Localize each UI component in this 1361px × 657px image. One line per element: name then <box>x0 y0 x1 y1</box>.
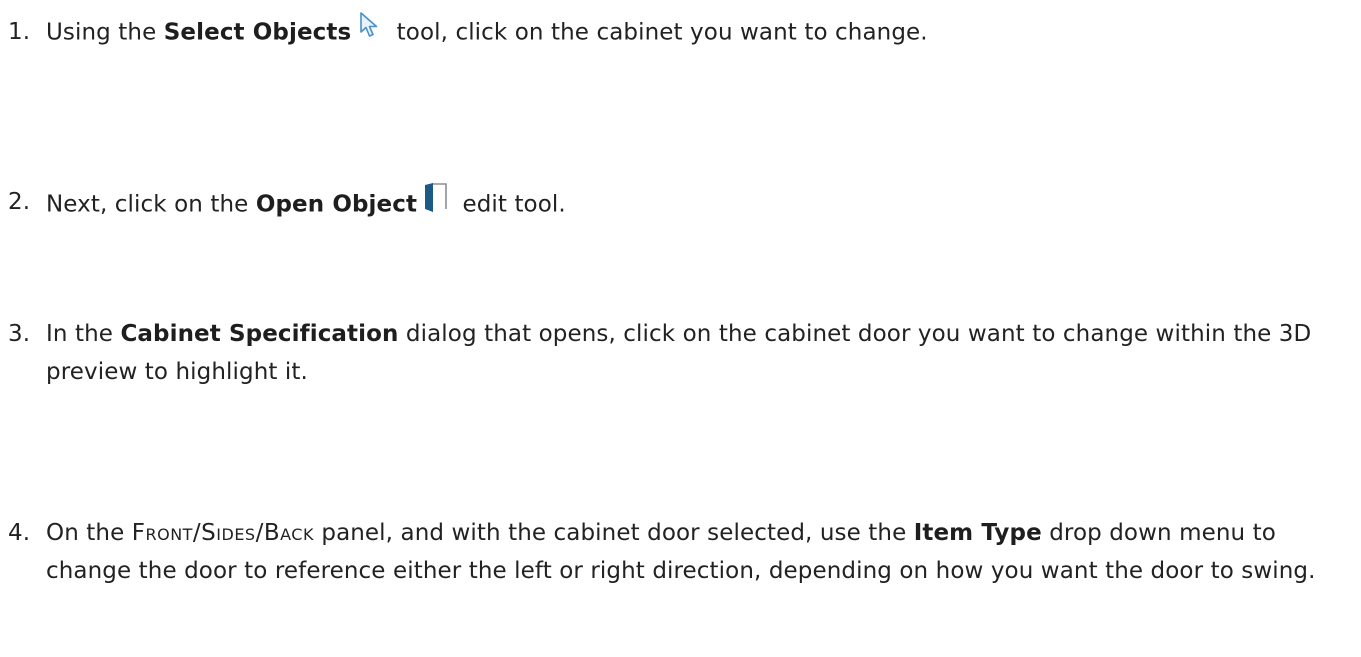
step-text-post: tool, click on the cabinet you want to c… <box>389 19 928 46</box>
step-number: 4. <box>8 520 31 546</box>
step-4: 4. On the Front/Sides/Back panel, and wi… <box>8 514 1348 590</box>
step-text-pre: On the <box>46 520 132 546</box>
step-text: On the Front/Sides/Back panel, and with … <box>46 514 1348 590</box>
dialog-name-cabinet-specification: Cabinet Specification <box>120 321 399 347</box>
step-text-pre: Using the <box>46 19 164 46</box>
step-text: In the Cabinet Specification dialog that… <box>46 315 1348 391</box>
step-text-mid: panel, and with the cabinet door selecte… <box>313 520 914 546</box>
step-text-pre: In the <box>46 321 121 347</box>
step-number: 1. <box>8 19 31 45</box>
step-text-pre: Next, click on the <box>46 191 256 218</box>
select-objects-arrow-icon <box>357 11 383 51</box>
field-name-item-type: Item Type <box>913 520 1042 546</box>
open-object-door-icon <box>423 181 449 225</box>
panel-name-front-sides-back: Front/Sides/Back <box>131 520 314 546</box>
tool-name-select-objects: Select Objects <box>163 19 352 46</box>
step-2: 2. Next, click on the Open Object edit t… <box>8 183 1348 227</box>
step-text: Using the Select Objects tool, click on … <box>46 11 1348 53</box>
step-1: 1. Using the Select Objects tool, click … <box>8 11 1348 53</box>
step-number: 2. <box>8 189 31 215</box>
step-text: Next, click on the Open Object edit tool… <box>46 183 1348 227</box>
step-text-post: edit tool. <box>455 191 566 218</box>
step-3: 3. In the Cabinet Specification dialog t… <box>8 315 1348 391</box>
tool-name-open-object: Open Object <box>255 191 418 218</box>
step-number: 3. <box>8 321 31 347</box>
